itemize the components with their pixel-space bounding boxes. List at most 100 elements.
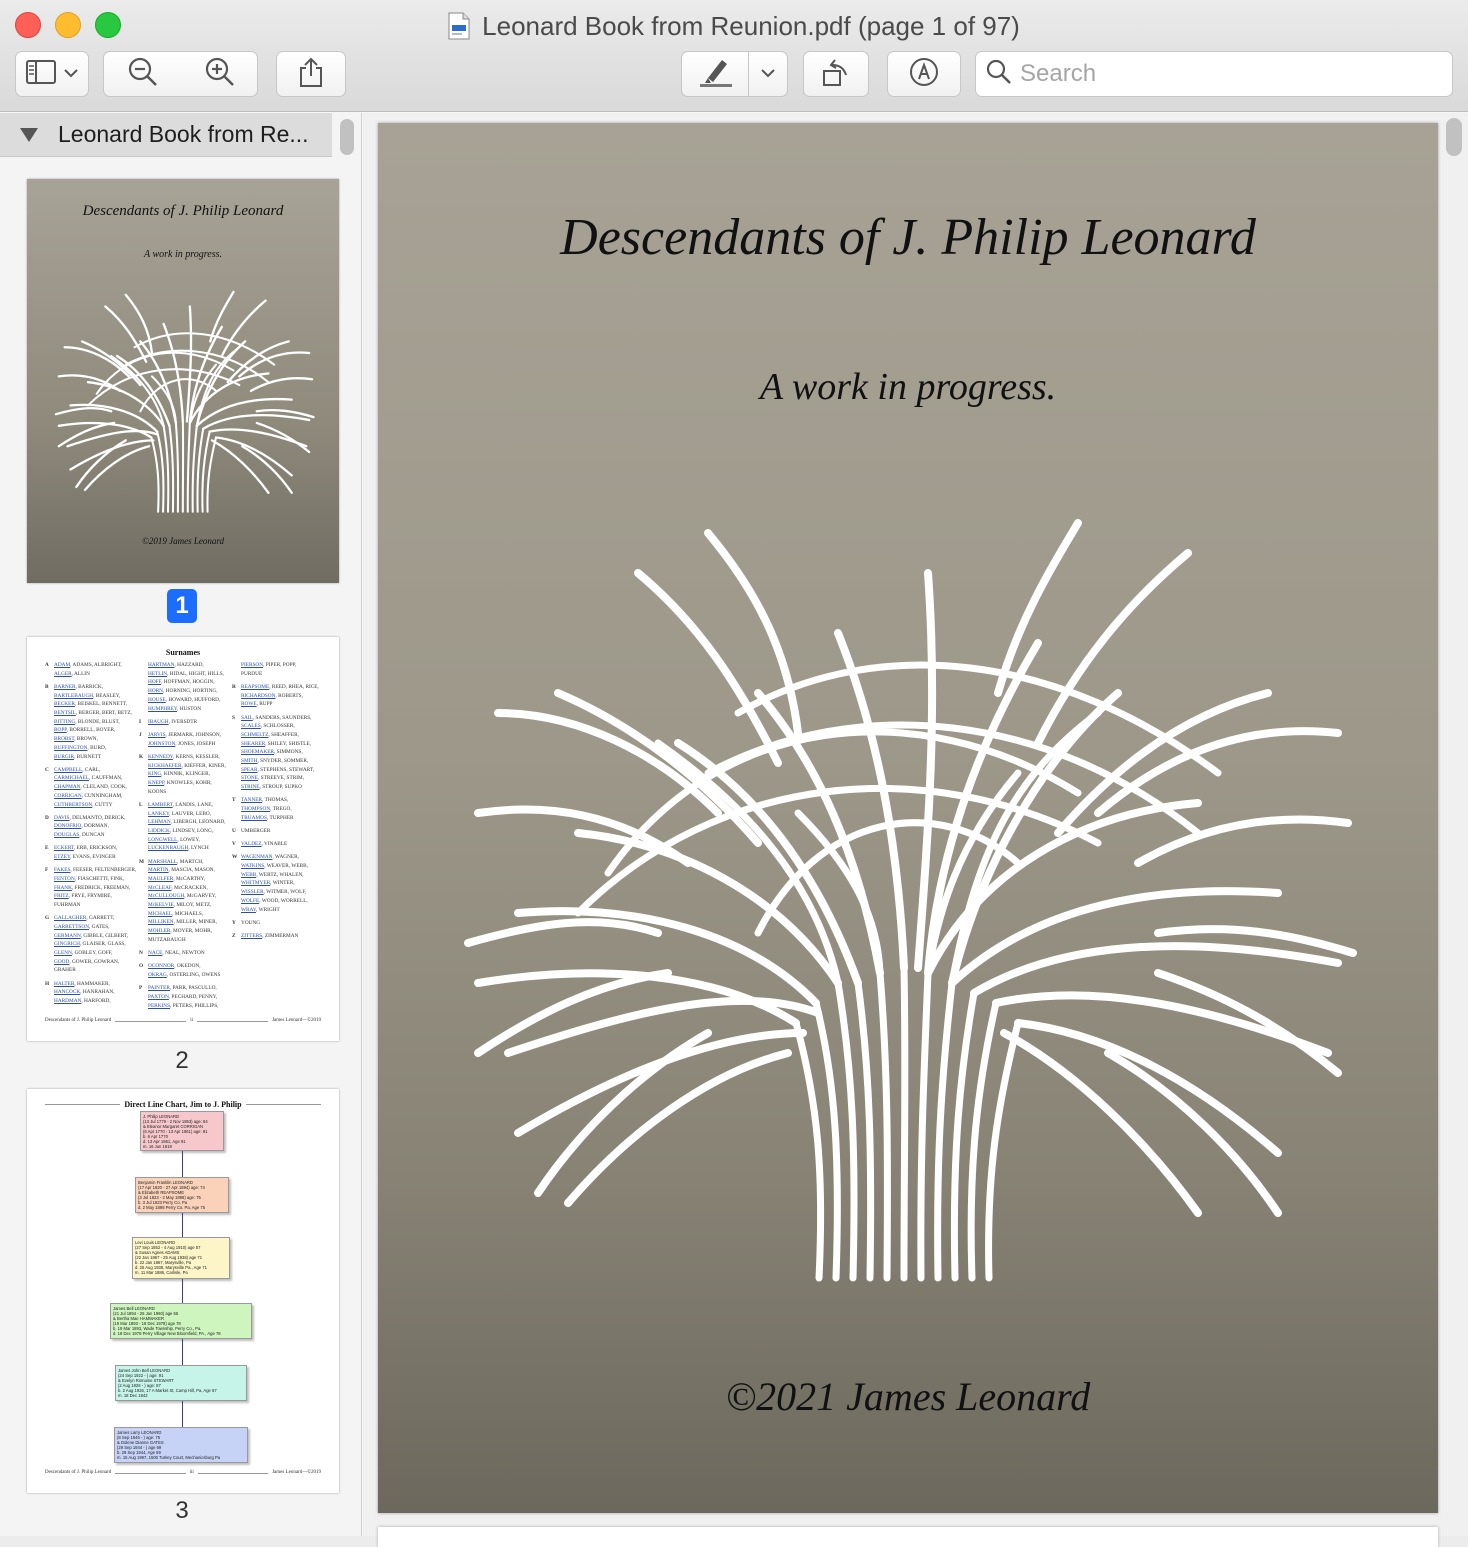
surname-line[interactable]: OKRAG, OSTERLING, OWENS (148, 971, 220, 980)
surname-line[interactable]: YOUNG (241, 919, 260, 928)
surname-line[interactable]: SAIL, SANDERS, SAUNDERS, (241, 714, 312, 723)
disclosure-triangle-icon[interactable] (20, 127, 38, 142)
surname-line[interactable]: PURDUE (241, 670, 262, 679)
surname-line[interactable]: WATKINS, WEAVER, WEBB, (241, 862, 308, 871)
surname-line[interactable]: FRITZ, FRYE, FRYMIRE, (54, 892, 112, 901)
surname-line[interactable]: FENTON, FIASCHETTI, FINK, (54, 875, 124, 884)
surname-line[interactable]: MOHLER, MOYER, MOHR, (148, 927, 212, 936)
surname-line[interactable]: SMITH, SNYDER, SOMMER, (241, 757, 308, 766)
surname-line[interactable]: ROWE, RUPP (241, 700, 273, 709)
surname-line[interactable]: HARTMAN, HAZZARD, (148, 661, 204, 670)
surname-line[interactable]: SCALES, SCHLOSSER, (241, 722, 295, 731)
surname-line[interactable]: WRAY, WRIGHT (241, 906, 280, 915)
surname-line[interactable]: ALGER, ALLIN (54, 670, 90, 679)
surname-line[interactable]: STONE, STREEVE, STRIM, (241, 774, 304, 783)
surname-line[interactable]: SHOEMAKER, SIMMONS, (241, 748, 303, 757)
surname-line[interactable]: NACE, NEAL, NEWTON (148, 949, 205, 958)
surname-line[interactable]: LAMBERT, LANDIS, LANE, (148, 801, 213, 810)
surname-line[interactable]: PAINTER, PARR, PASCULLO, (148, 984, 217, 993)
surname-line[interactable]: BURGIR, BURNETT (54, 753, 101, 762)
surname-line[interactable]: GERMANN, GIBBLE, GILBERT, (54, 932, 128, 941)
surname-line[interactable]: HARDMAN, HARFORD, (54, 997, 111, 1006)
surname-line[interactable]: PERKINS, PETERS, PHILLIPS, (148, 1002, 219, 1011)
surname-line[interactable]: DAVIS, DELMANTO, DERICK, (54, 814, 125, 823)
surname-line[interactable]: REAPSOME, REED, RHEA, RICE, (241, 683, 319, 692)
sidebar-document-header[interactable]: Leonard Book from Re... (0, 113, 332, 157)
surname-line[interactable]: McKELVIE, MILOY, METZ, (148, 901, 211, 910)
highlight-button[interactable] (681, 51, 749, 97)
surname-line[interactable]: HUMPHREY, HUSTON (148, 705, 201, 714)
search-input[interactable] (1020, 60, 1440, 88)
sidebar-scrollbar[interactable] (340, 119, 354, 155)
surname-line[interactable]: HOUSE, HOWARD, HUFFORD, (148, 696, 220, 705)
surname-line[interactable]: DOUGLAS, DUNCAN (54, 831, 105, 840)
page-thumbnail-1[interactable]: Descendants of J. Philip Leonard A work … (27, 179, 339, 583)
surname-line[interactable]: THOMPSON, TREGO, (241, 805, 292, 814)
surname-line[interactable]: RICHARDSON, ROBERTS, (241, 692, 303, 701)
surname-line[interactable]: MAULFER, McCARTHY, (148, 875, 205, 884)
surname-line[interactable]: GARRETTSON, GATES, (54, 923, 109, 932)
surname-line[interactable]: CHAPMAN, CLELAND, COOK, (54, 783, 127, 792)
surname-line[interactable]: KENNEDY, KERNS, KESSLER, (148, 753, 220, 762)
zoom-out-button[interactable] (103, 51, 182, 97)
sidebar-toggle-button[interactable] (15, 51, 89, 97)
surname-line[interactable]: KOONS (148, 788, 166, 797)
surname-line[interactable]: WEBB, WERTZ, WHALEN, (241, 871, 304, 880)
surname-line[interactable]: JOHNSTON, JONES, JOSEPH (148, 740, 215, 749)
surname-line[interactable]: MARTIN, MASCIA, MASON, (148, 866, 215, 875)
document-scrollbar[interactable] (1446, 118, 1462, 156)
surname-line[interactable]: KNEPP, KNOWLES, KOHR, (148, 779, 212, 788)
surname-line[interactable]: ADAM, ADAMS, ALBRIGHT, (54, 661, 122, 670)
surname-line[interactable]: FRANK, FREDRICK, FREEMAN, (54, 884, 130, 893)
surname-line[interactable]: HALTER, HAMMAKER, (54, 980, 110, 989)
surname-line[interactable]: KICKHAEFER, KIEFFER, KINER, (148, 762, 226, 771)
surname-line[interactable]: GOOD, GOWER, GOWRAN, (54, 958, 119, 967)
surname-line[interactable]: SHEARER, SHILEY, SHISTLE, (241, 740, 311, 749)
surname-line[interactable]: MICHAEL, MICHAELS, (148, 910, 203, 919)
page-number-1[interactable]: 1 (167, 589, 197, 623)
surname-line[interactable]: DONOFRIO, DORMAN, (54, 822, 109, 831)
surname-line[interactable]: LIDDICK, LINDSEY, LONG, (148, 827, 213, 836)
surname-line[interactable]: UMBERGER (241, 827, 270, 836)
surname-line[interactable]: FUHRMAN (54, 901, 81, 910)
surname-line[interactable]: JARVIS, JERMARK, JOHNSON, (148, 731, 221, 740)
surname-line[interactable]: TANNER, THOMAS, (241, 796, 288, 805)
surname-line[interactable]: BECKER, BEISKEL, BENNETT, (54, 700, 127, 709)
page-thumbnail-3[interactable]: Direct Line Chart, Jim to J. Philip J. P… (27, 1089, 339, 1493)
surname-line[interactable]: BOPP, BORRELL, BOYER, (54, 726, 115, 735)
surname-line[interactable]: SPEAR, STEPHENS, STEWART, (241, 766, 314, 775)
surname-line[interactable]: IBAUGH, IVERSDTR (148, 718, 197, 727)
surname-line[interactable]: CORRIGAN, CUNNINGHAM, (54, 792, 122, 801)
surname-line[interactable]: SCHMELTZ, SHEAFFER, (241, 731, 299, 740)
page-number-2[interactable]: 2 (167, 1047, 197, 1075)
search-field[interactable] (975, 51, 1453, 97)
surname-line[interactable]: CUTHBERTSON, CUTTY (54, 801, 113, 810)
surname-line[interactable]: HORN, HORNING, HORTING, (148, 687, 218, 696)
surname-line[interactable]: LEHMAN, LIBERGH, LEONARD, (148, 818, 226, 827)
surname-line[interactable]: BITTING, BLONDE, BLUST, (54, 718, 120, 727)
surname-line[interactable]: HETLIN, HIDAL, HIGHT, HILLS, (148, 670, 224, 679)
surname-line[interactable]: GINGRICH, GLAISER, GLASS, (54, 940, 126, 949)
surname-line[interactable]: LUCKENBAUGH, LYNCH (148, 844, 209, 853)
surname-line[interactable]: GRAHER (54, 966, 76, 975)
document-view[interactable]: Descendants of J. Philip Leonard A work … (363, 113, 1468, 1547)
surname-line[interactable]: BROBST, BROWN, (54, 735, 98, 744)
markup-button[interactable] (887, 51, 961, 97)
surname-line[interactable]: McCULLOUGH, McGARVEY, (148, 892, 216, 901)
page-thumbnail-2[interactable]: Surnames A ADAM, ADAMS, ALBRIGHT, ALGER, A… (27, 637, 339, 1041)
surname-line[interactable]: KING, KINNIK, KLINGER, (148, 770, 210, 779)
share-button[interactable] (276, 51, 346, 97)
surname-line[interactable]: LANKEY, LAUVER, LEBO, (148, 810, 211, 819)
surname-line[interactable]: MARSHALL, MARTCH, (148, 858, 203, 867)
surname-line[interactable]: OCONNOR, OKEDON, (148, 962, 201, 971)
surname-line[interactable]: ZITTERS, ZIMMERMAN (241, 932, 298, 941)
surname-line[interactable]: HOFF, HOFFMAN, HOGGIN, (148, 678, 215, 687)
surname-line[interactable]: BARTLEBAUGH, BEASLEY, (54, 692, 120, 701)
surname-line[interactable]: WHITMYER, WINTER, (241, 879, 295, 888)
surname-line[interactable]: FAKES, FEESER, FELTENBERGER, (54, 866, 136, 875)
surname-line[interactable]: BUFFINGTON, BURD, (54, 744, 106, 753)
surname-line[interactable]: TRUAMOS, TURPHER (241, 814, 294, 823)
surname-line[interactable]: PAXTON, PECHARD, PENNY, (148, 993, 217, 1002)
surname-line[interactable]: GLENN, GOBLEY, GOFF, (54, 949, 113, 958)
surname-line[interactable]: ETZEY, EVANS, EVINGER (54, 853, 116, 862)
